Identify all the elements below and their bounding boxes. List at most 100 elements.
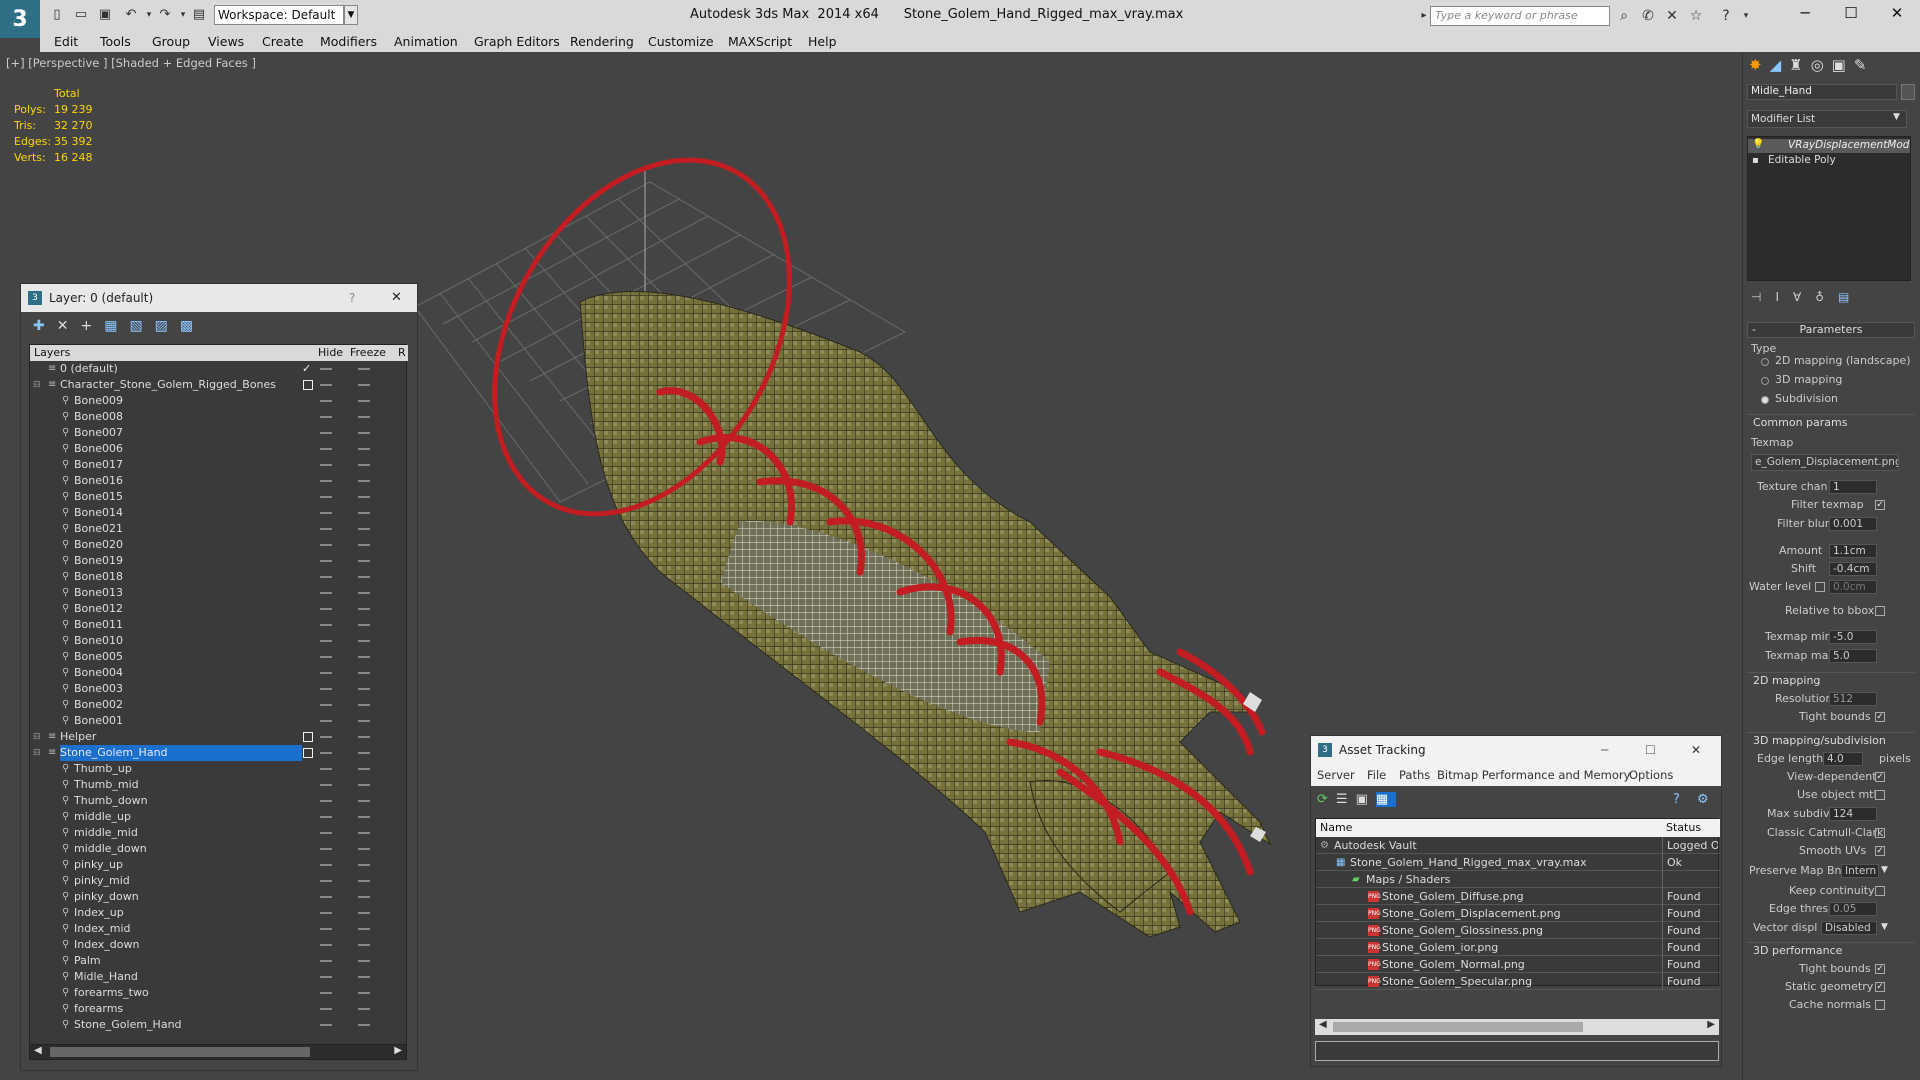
help-icon[interactable]: ? bbox=[1716, 6, 1736, 26]
object-row[interactable]: ⚲ Bone010 bbox=[30, 633, 408, 649]
asset-row[interactable]: ⚙ Autodesk Vault Logged O bbox=[1316, 837, 1720, 854]
modifier-on-icon[interactable]: 💡 bbox=[1752, 139, 1764, 150]
tight-bounds-2-checkbox[interactable]: ✓ bbox=[1875, 964, 1885, 974]
hide-toggle[interactable] bbox=[320, 912, 332, 914]
layer-name[interactable]: Bone016 bbox=[74, 473, 123, 489]
scrollbar-thumb[interactable] bbox=[1333, 1022, 1583, 1032]
menu-animation[interactable]: Animation bbox=[394, 34, 458, 49]
asset-menu-bitmap[interactable]: Bitmap Performance and Memory bbox=[1437, 768, 1630, 782]
object-row[interactable]: ⚲ Bone003 bbox=[30, 681, 408, 697]
hide-toggle[interactable] bbox=[320, 560, 332, 562]
undo-icon[interactable]: ↶ bbox=[122, 6, 140, 24]
freeze-toggle[interactable] bbox=[358, 432, 370, 434]
asset-name[interactable]: Maps / Shaders bbox=[1366, 871, 1450, 888]
layer-name[interactable]: pinky_down bbox=[74, 889, 139, 905]
layer-name[interactable]: Character_Stone_Golem_Rigged_Bones bbox=[60, 377, 276, 393]
asset-settings-icon[interactable]: ⚙ bbox=[1697, 792, 1709, 807]
asset-menu-server[interactable]: Server bbox=[1317, 768, 1355, 782]
hide-toggle[interactable] bbox=[320, 640, 332, 642]
freeze-toggle[interactable] bbox=[358, 496, 370, 498]
object-row[interactable]: ⚲ Stone_Golem_Hand bbox=[30, 1017, 408, 1033]
scrollbar-thumb[interactable] bbox=[50, 1047, 310, 1057]
freeze-all-icon[interactable]: ▩ bbox=[180, 318, 205, 334]
edge-length-spinner[interactable]: 4.0 bbox=[1823, 752, 1863, 766]
layer-name[interactable]: Bone021 bbox=[74, 521, 123, 537]
hide-toggle[interactable] bbox=[320, 512, 332, 514]
hide-toggle[interactable] bbox=[320, 784, 332, 786]
freeze-toggle[interactable] bbox=[358, 448, 370, 450]
object-row[interactable]: ⚲ Bone005 bbox=[30, 649, 408, 665]
freeze-toggle[interactable] bbox=[358, 864, 370, 866]
freeze-toggle[interactable] bbox=[358, 704, 370, 706]
layer-name[interactable]: Bone006 bbox=[74, 441, 123, 457]
freeze-toggle[interactable] bbox=[358, 768, 370, 770]
object-name-field[interactable]: Midle_Hand bbox=[1747, 84, 1897, 100]
hide-toggle[interactable] bbox=[320, 976, 332, 978]
object-row[interactable]: ⚲ Bone013 bbox=[30, 585, 408, 601]
hide-toggle[interactable] bbox=[320, 800, 332, 802]
vector-displ-arrow-icon[interactable]: ▼ bbox=[1881, 922, 1888, 932]
freeze-toggle[interactable] bbox=[358, 832, 370, 834]
asset-path-field[interactable] bbox=[1315, 1041, 1719, 1061]
layer-name[interactable]: pinky_up bbox=[74, 857, 123, 873]
freeze-toggle[interactable] bbox=[358, 368, 370, 370]
menu-create[interactable]: Create bbox=[262, 34, 304, 49]
layer-name[interactable]: Bone011 bbox=[74, 617, 123, 633]
object-row[interactable]: ⚲ Thumb_mid bbox=[30, 777, 408, 793]
freeze-toggle[interactable] bbox=[358, 640, 370, 642]
asset-horizontal-scrollbar[interactable]: ◀ ▶ bbox=[1315, 1019, 1719, 1035]
freeze-toggle[interactable] bbox=[358, 416, 370, 418]
freeze-toggle[interactable] bbox=[358, 512, 370, 514]
object-row[interactable]: ⚲ Bone016 bbox=[30, 473, 408, 489]
modifier-list-dropdown[interactable]: Modifier List bbox=[1747, 110, 1907, 128]
motion-tab-icon[interactable]: ◎ bbox=[1811, 56, 1832, 74]
object-row[interactable]: ⚲ Bone020 bbox=[30, 537, 408, 553]
layer-row[interactable]: ≡ 0 (default) ✓ bbox=[30, 361, 408, 377]
object-row[interactable]: ⚲ middle_mid bbox=[30, 825, 408, 841]
object-row[interactable]: ⚲ Thumb_up bbox=[30, 761, 408, 777]
minimize-button[interactable]: ─ bbox=[1782, 0, 1828, 26]
workspace-dropdown-icon[interactable]: ▼ bbox=[344, 5, 358, 25]
freeze-toggle[interactable] bbox=[358, 848, 370, 850]
layers-list[interactable]: Layers Hide Freeze R ≡ 0 (default) ✓ ⊟ ≡ Char… bbox=[29, 344, 408, 1058]
freeze-toggle[interactable] bbox=[358, 528, 370, 530]
asset-row[interactable]: PNG Stone_Golem_Diffuse.png Found bbox=[1316, 888, 1720, 905]
add-to-layer-icon[interactable]: + bbox=[80, 318, 104, 334]
column-name[interactable]: Name bbox=[1320, 821, 1352, 834]
object-row[interactable]: ⚲ Bone018 bbox=[30, 569, 408, 585]
tight-bounds-checkbox[interactable]: ✓ bbox=[1875, 712, 1885, 722]
hide-toggle[interactable] bbox=[320, 960, 332, 962]
hide-toggle[interactable] bbox=[320, 944, 332, 946]
hide-toggle[interactable] bbox=[320, 592, 332, 594]
radio-subdivision[interactable] bbox=[1761, 396, 1769, 404]
column-layers[interactable]: Layers bbox=[34, 346, 70, 359]
freeze-toggle[interactable] bbox=[358, 480, 370, 482]
pin-stack-icon[interactable]: ⊣ bbox=[1751, 290, 1775, 304]
viewport-label[interactable]: [+] [Perspective ] [Shaded + Edged Faces… bbox=[6, 56, 256, 70]
layer-name[interactable]: Bone007 bbox=[74, 425, 123, 441]
asset-name[interactable]: Stone_Golem_Glossiness.png bbox=[1382, 922, 1543, 939]
hide-toggle[interactable] bbox=[320, 992, 332, 994]
list-view-icon[interactable]: ☰ bbox=[1336, 792, 1356, 807]
freeze-toggle[interactable] bbox=[358, 912, 370, 914]
object-row[interactable]: ⚲ Bone012 bbox=[30, 601, 408, 617]
menu-group[interactable]: Group bbox=[152, 34, 190, 49]
app-logo-icon[interactable]: 3 bbox=[0, 0, 40, 38]
filter-texmap-checkbox[interactable]: ✓ bbox=[1875, 500, 1885, 510]
freeze-toggle[interactable] bbox=[358, 880, 370, 882]
hide-toggle[interactable] bbox=[320, 752, 332, 754]
stack-item-vray-displacement[interactable]: VRayDisplacementMod bbox=[1748, 139, 1910, 153]
modify-tab-icon[interactable]: ◢ bbox=[1770, 56, 1790, 74]
asset-list[interactable]: Name Status ⚙ Autodesk Vault Logged O ▦ Ston… bbox=[1315, 818, 1720, 990]
object-row[interactable]: ⚲ Bone008 bbox=[30, 409, 408, 425]
hide-toggle[interactable] bbox=[320, 704, 332, 706]
freeze-toggle[interactable] bbox=[358, 672, 370, 674]
communication-center-icon[interactable]: ✆ bbox=[1638, 6, 1658, 26]
column-render[interactable]: R bbox=[398, 346, 406, 359]
menu-help[interactable]: Help bbox=[808, 34, 837, 49]
classic-cc-checkbox[interactable] bbox=[1875, 828, 1885, 838]
object-row[interactable]: ⚲ Bone021 bbox=[30, 521, 408, 537]
layer-name[interactable]: pinky_mid bbox=[74, 873, 130, 889]
delete-layer-icon[interactable]: ✕ bbox=[57, 318, 81, 334]
object-row[interactable]: ⚲ Bone001 bbox=[30, 713, 408, 729]
